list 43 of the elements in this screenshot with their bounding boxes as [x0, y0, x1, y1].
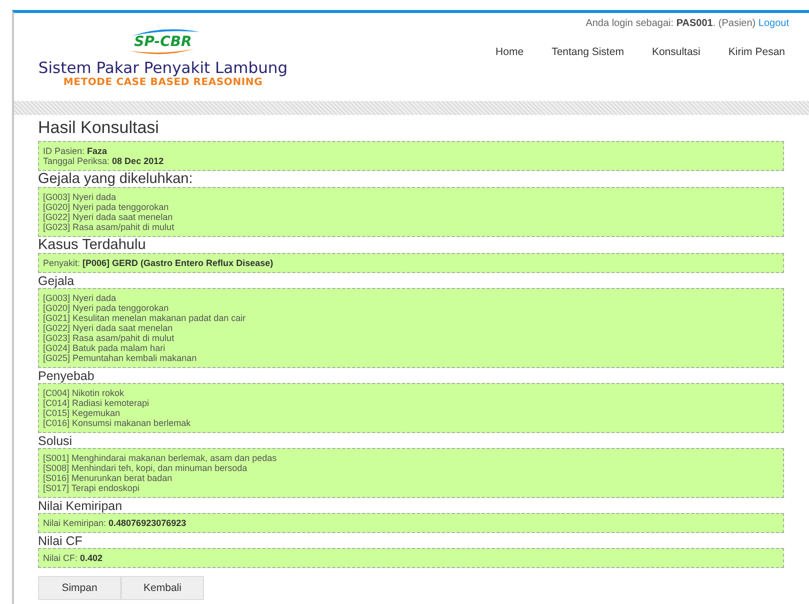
- result-line: [G003] Nyeri dada: [43, 293, 118, 303]
- section-heading: Kasus Terdahulu: [38, 238, 147, 253]
- page-title: Hasil Konsultasi: [38, 118, 160, 138]
- result-line: ID Pasien: Faza: [43, 146, 108, 156]
- nav-link[interactable]: Tentang Sistem: [550, 46, 626, 58]
- result-line: Penyakit: [P006] GERD (Gastro Entero Reflux Disease): [43, 258, 274, 268]
- logo-text: SP-CBR: [134, 34, 192, 50]
- result-line: [C004] Nikotin rokok: [43, 388, 126, 398]
- result-line: [G022] Nyeri dada saat menelan: [43, 323, 174, 333]
- result-line: [G025] Pemuntahan kembali makanan: [43, 353, 198, 363]
- result-line: Tanggal Periksa: 08 Dec 2012: [43, 156, 165, 166]
- nav-link[interactable]: Home: [494, 46, 526, 58]
- result-line: [S016] Menurunkan berat badan: [43, 473, 174, 483]
- result-line: [C016] Konsumsi makanan berlemak: [43, 418, 192, 428]
- nav-link[interactable]: Konsultasi: [650, 46, 702, 58]
- site-title: Sistem Pakar Penyakit Lambung: [38, 59, 288, 77]
- result-line: [G020] Nyeri pada tenggorokan: [43, 303, 170, 313]
- result-line: [G021] Kesulitan menelan makanan padat dan cair: [43, 313, 247, 323]
- section-heading: Gejala yang dikeluhkan:: [38, 172, 194, 187]
- action-button[interactable]: Simpan: [38, 576, 121, 600]
- section-heading: Nilai Kemiripan: [38, 499, 124, 513]
- section-heading: Gejala: [38, 274, 76, 288]
- result-line: Nilai CF: 0.402: [43, 553, 104, 563]
- section-heading: Solusi: [38, 434, 74, 448]
- logout-link[interactable]: Logout: [758, 18, 789, 29]
- section-heading: Penyebab: [38, 369, 96, 383]
- result-line: [G024] Batuk pada malam hari: [43, 343, 166, 353]
- result-line: [G022] Nyeri dada saat menelan: [43, 212, 174, 222]
- result-line: [S017] Terapi endoskopi: [43, 483, 140, 493]
- result-line: [G023] Rasa asam/pahit di mulut: [43, 222, 176, 232]
- nav-link[interactable]: Kirim Pesan: [726, 46, 787, 58]
- result-line: Nilai Kemiripan: 0.48076923076923: [43, 518, 188, 528]
- result-line: [C015] Kegemukan: [43, 408, 122, 418]
- result-line: [G020] Nyeri pada tenggorokan: [43, 202, 170, 212]
- result-line: [C014] Radiasi kemoterapi: [43, 398, 150, 408]
- result-line: [S001] Menghindarai makanan berlemak, asam dan pedas: [43, 453, 278, 463]
- result-line: [G023] Rasa asam/pahit di mulut: [43, 333, 176, 343]
- action-button[interactable]: Kembali: [121, 576, 204, 600]
- result-line: [G003] Nyeri dada: [43, 192, 118, 202]
- section-heading: Nilai CF: [38, 534, 84, 548]
- login-status: Anda login sebagai: PAS001. (Pasien) Logout: [586, 18, 789, 29]
- result-line: [S008] Menhindari teh, kopi, dan minuman bersoda: [43, 463, 248, 473]
- site-subtitle: METODE CASE BASED REASONING: [63, 77, 263, 88]
